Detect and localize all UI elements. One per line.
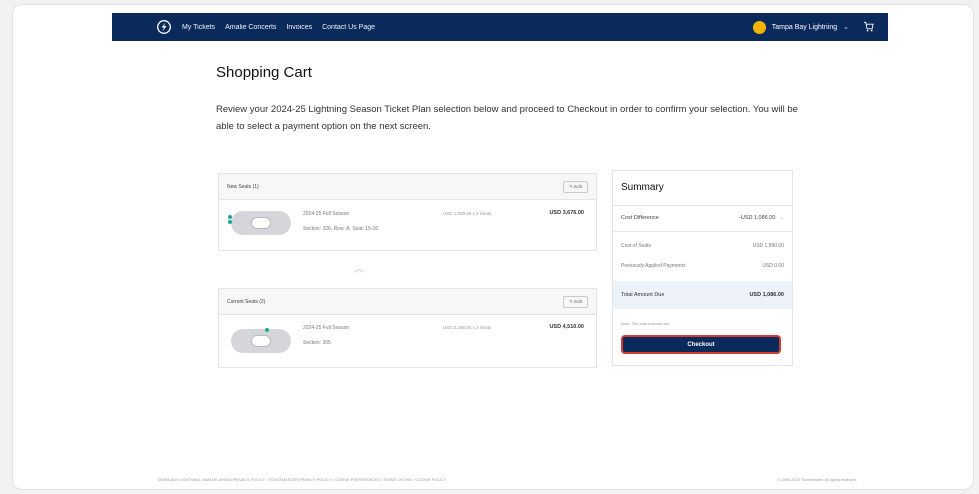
copyright: © 1999-2024 Ticketmaster. All rights res… — [777, 477, 857, 482]
lightning-logo-icon[interactable] — [156, 19, 172, 35]
previous-payments-label: Previously Applied Payments — [621, 263, 686, 269]
current-seats-description: 2024-25 Full Season Section: 305 — [303, 324, 349, 348]
seat-location-dot — [228, 220, 232, 224]
cart-icon[interactable] — [863, 21, 874, 34]
current-seats-title: Current Seats (2) — [227, 298, 266, 305]
checkout-button[interactable]: Checkout — [621, 335, 781, 354]
seat-location-dot — [228, 215, 232, 219]
cost-of-seats-value: USD 1,890.00 — [752, 243, 784, 249]
edit-new-seats-button[interactable]: ✎ Edit — [563, 180, 588, 193]
footer: TAMPA BAY LIGHTNING / AMALIE ARENA PRIVA… — [157, 477, 857, 482]
edit-label: Edit — [574, 298, 582, 304]
avatar[interactable] — [752, 20, 766, 34]
fee-note: Note: The total includes fee — [613, 321, 792, 326]
total-due-value: USD 1,086.00 — [749, 292, 784, 298]
nav-contact-us[interactable]: Contact Us Page — [322, 24, 375, 31]
cost-difference-label: Cost Difference — [621, 215, 659, 221]
nav-my-tickets[interactable]: My Tickets — [182, 24, 215, 31]
nav-invoices[interactable]: Invoices — [286, 24, 312, 31]
chevron-down-icon[interactable]: ⌄ — [779, 215, 784, 221]
cost-of-seats-label: Cost of Seats — [621, 243, 652, 249]
new-seats-header: New Seats (1) ✎ Edit — [219, 174, 596, 200]
season-label: 2024-25 Full Season — [303, 325, 350, 331]
cost-difference-row[interactable]: Cost Difference -USD 1,086.00 ⌄ — [613, 205, 792, 231]
nav-amalie-concerts[interactable]: Amalie Concerts — [225, 24, 276, 31]
seat-location-dot — [265, 328, 269, 332]
chevron-down-icon[interactable]: ⌄ — [843, 23, 849, 31]
unit-price: USD 2,256.00 x 2 Seats — [443, 325, 492, 330]
total-due-label: Total Amount Due — [621, 292, 665, 298]
previous-payments-row: Previously Applied Payments USD 0.00 — [613, 263, 792, 269]
top-nav: My Tickets Amalie Concerts Invoices Cont… — [112, 13, 888, 41]
current-seats-panel: Current Seats (2) ✎ Edit 2024-25 Full Se… — [218, 288, 597, 368]
page-title: Shopping Cart — [216, 64, 312, 81]
new-seats-title: New Seats (1) — [227, 183, 259, 190]
summary-title: Summary — [621, 182, 664, 193]
previous-payments-value: USD 0.00 — [762, 263, 784, 269]
new-seats-description: 2024-25 Full Season Section: 326, Row: A… — [303, 210, 378, 234]
total-due-row: Total Amount Due USD 1,086.00 — [613, 281, 792, 309]
line-total: USD 4,510.00 — [549, 324, 584, 330]
seat-location: Section: 326, Row: A, Seat: 15-16 — [303, 226, 379, 232]
cost-difference-value: -USD 1,086.00 — [739, 215, 776, 221]
current-seats-header: Current Seats (2) ✎ Edit — [219, 289, 596, 315]
chevron-up-icon[interactable]: ︿ — [354, 260, 364, 275]
edit-current-seats-button[interactable]: ✎ Edit — [563, 295, 588, 308]
new-seats-panel: New Seats (1) ✎ Edit 2024-25 Full Season… — [218, 173, 597, 251]
account-name[interactable]: Tampa Bay Lightning — [772, 24, 837, 31]
cost-of-seats-row: Cost of Seats USD 1,890.00 — [613, 243, 792, 249]
edit-label: Edit — [574, 183, 582, 189]
footer-links[interactable]: TAMPA BAY LIGHTNING / AMALIE ARENA PRIVA… — [157, 477, 446, 482]
intro-text: Review your 2024-25 Lightning Season Tic… — [216, 104, 798, 132]
arena-map — [231, 328, 291, 353]
unit-price: USD 1,838.00 x 2 Seats — [443, 211, 492, 216]
arena-map — [228, 211, 291, 235]
fee-note-text: Note: The total includes fee — [621, 321, 670, 326]
seat-location: Section: 305 — [303, 340, 331, 346]
line-total: USD 3,676.00 — [549, 210, 584, 216]
summary-panel: Summary Cost Difference -USD 1,086.00 ⌄ … — [612, 170, 793, 366]
season-label: 2024-25 Full Season — [303, 211, 350, 217]
